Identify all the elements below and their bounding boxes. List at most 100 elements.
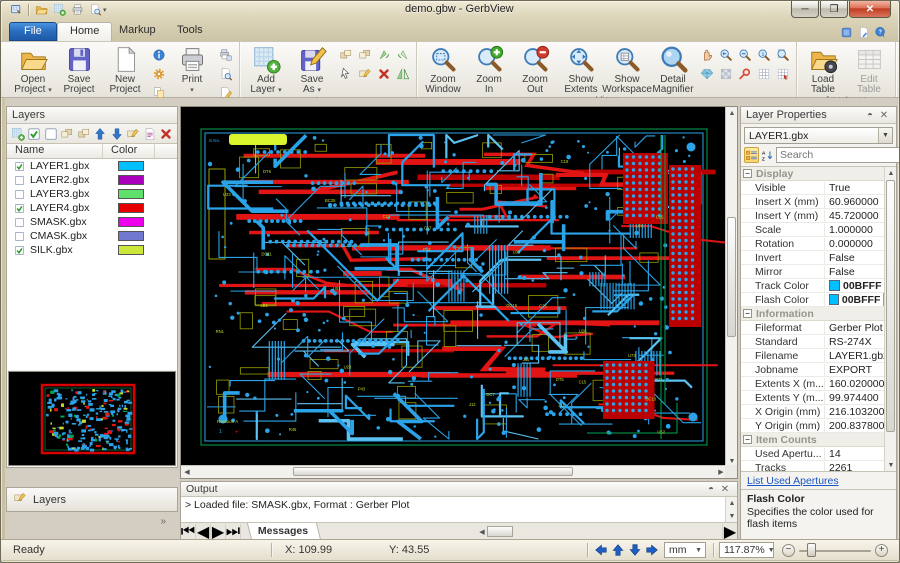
detail-magnifier-button[interactable]: DetailMagnifier	[650, 43, 696, 95]
layer-row[interactable]: CMASK.gbx	[7, 229, 177, 243]
collapse-icon[interactable]: −	[743, 309, 752, 318]
checkbox-checked[interactable]	[14, 245, 25, 256]
collapse-icon[interactable]: −	[743, 435, 752, 444]
checkbox-unchecked[interactable]	[14, 175, 25, 186]
new-project-button[interactable]: NewProject	[102, 43, 148, 95]
zoom-out-slider-button[interactable]: −	[782, 544, 795, 557]
load-aperture-table-button[interactable]: LoadTable	[800, 43, 846, 95]
zoom-previous-button[interactable]	[716, 45, 735, 64]
search-input[interactable]	[777, 149, 900, 161]
move-layer-up-button[interactable]	[336, 45, 355, 64]
pan-up-button[interactable]	[610, 542, 625, 558]
layers-tab-button[interactable]: Layers	[6, 487, 178, 512]
layer-color-swatch[interactable]	[118, 231, 144, 241]
edit-aperture-table-button[interactable]: EditTable	[846, 43, 892, 95]
next-tab-button[interactable]: ▶	[211, 524, 226, 539]
tab-home[interactable]: Home	[57, 22, 112, 41]
property-row-standard[interactable]: StandardRS-274X	[741, 335, 896, 349]
print-button[interactable]: Print ▾	[169, 43, 215, 96]
layer-color-swatch[interactable]	[118, 203, 144, 213]
layer-color-swatch[interactable]	[118, 245, 144, 255]
zoom-out-button[interactable]: ZoomOut	[512, 43, 558, 95]
qat-customize-icon[interactable]: ▾	[103, 6, 107, 14]
layer-backward-button[interactable]	[60, 126, 76, 142]
delete-layer-button[interactable]	[159, 126, 175, 142]
pin-icon[interactable]: ◓	[704, 483, 718, 496]
render-mode-button[interactable]	[697, 64, 716, 83]
print-icon[interactable]	[69, 2, 85, 17]
output-messages[interactable]: > Loaded file: SMASK.gbx, Format : Gerbe…	[181, 497, 737, 523]
highlight-item-button[interactable]	[735, 64, 754, 83]
add-layer-icon[interactable]	[51, 2, 67, 17]
open-icon[interactable]	[33, 2, 49, 17]
layer-row[interactable]: LAYER1.gbx	[7, 159, 177, 173]
output-scrollbar[interactable]: ▲ ▼	[725, 497, 737, 522]
pan-button[interactable]	[697, 45, 716, 64]
layer-row[interactable]: SMASK.gbx	[7, 215, 177, 229]
checkbox-unchecked[interactable]	[14, 189, 25, 200]
checkbox-unchecked[interactable]	[14, 231, 25, 242]
first-tab-button[interactable]: ⏮	[181, 524, 196, 539]
category-information[interactable]: −Information	[741, 307, 896, 321]
show-workspace-button[interactable]: ShowWorkspace	[604, 43, 650, 95]
categorized-view-button[interactable]	[744, 147, 759, 163]
last-tab-button[interactable]: ⏭	[226, 524, 241, 539]
options-icon[interactable]	[857, 26, 870, 39]
panel-overflow-chevron[interactable]: »	[6, 514, 178, 532]
delete-layer-button[interactable]	[374, 64, 393, 83]
checkbox-unchecked[interactable]	[14, 217, 25, 228]
tab-file[interactable]: File	[9, 22, 57, 41]
property-row-visible[interactable]: VisibleTrue	[741, 181, 896, 195]
save-layer-as-button[interactable]: SaveAs ▾	[289, 43, 335, 96]
zoom-decrease-button[interactable]	[735, 45, 754, 64]
layer-row[interactable]: LAYER4.gbx	[7, 201, 177, 215]
uncheck-all-layers-button[interactable]	[43, 126, 59, 142]
zoom-combobox[interactable]: 117.87%▼	[719, 542, 774, 558]
layer-forward-button[interactable]	[76, 126, 92, 142]
property-row-used-apertu-[interactable]: Used Apertu...14	[741, 447, 896, 461]
zoom-in-button[interactable]: ZoomIn	[466, 43, 512, 95]
snap-grid-button[interactable]	[773, 64, 792, 83]
layer-properties-button[interactable]	[126, 126, 142, 142]
column-name[interactable]: Name	[7, 144, 103, 158]
property-row-tracks[interactable]: Tracks2261	[741, 461, 896, 471]
scroll-right-button[interactable]: ▶	[722, 524, 737, 539]
layer-color-swatch[interactable]	[118, 217, 144, 227]
pcb-canvas[interactable]: C15C19J11U23DT5DT6R71P13DC10DC11U51U52LB…	[180, 106, 738, 479]
category-item-counts[interactable]: −Item Counts	[741, 433, 896, 447]
show-grid-button[interactable]	[754, 64, 773, 83]
rotate-layer-left-button[interactable]	[374, 45, 393, 64]
pin-icon[interactable]: ◓	[863, 109, 877, 122]
properties-scrollbar[interactable]: ▲▼	[884, 167, 896, 471]
property-row-extents-x-m-[interactable]: Extents X (m...160.020000	[741, 377, 896, 391]
property-row-insert-x-mm-[interactable]: Insert X (mm)60.960000	[741, 195, 896, 209]
add-layer-button[interactable]	[10, 126, 26, 142]
property-row-flash-color[interactable]: Flash Color00BFFF▼	[741, 293, 896, 307]
checkbox-checked[interactable]	[14, 203, 25, 214]
layer-report-button[interactable]	[142, 126, 158, 142]
show-extents-button[interactable]: ShowExtents	[558, 43, 604, 95]
property-row-track-color[interactable]: Track Color00BFFF	[741, 279, 896, 293]
tab-markup[interactable]: Markup	[107, 22, 168, 41]
sort-az-button[interactable]: AZ	[761, 147, 774, 163]
pan-left-button[interactable]	[593, 542, 608, 558]
minimize-button[interactable]: ─	[791, 1, 819, 18]
layer-select-combobox[interactable]: LAYER1.gbx ▼	[744, 127, 893, 144]
restore-button[interactable]: ❐	[820, 1, 848, 18]
app-menu-icon[interactable]	[8, 2, 24, 17]
save-project-button[interactable]: SaveProject	[56, 43, 102, 95]
close-icon[interactable]: ✕	[718, 483, 732, 496]
check-all-layers-button[interactable]	[27, 126, 43, 142]
category-display[interactable]: −Display	[741, 167, 896, 181]
zoom-window-button[interactable]: ZoomWindow	[420, 43, 466, 95]
property-row-filename[interactable]: FilenameLAYER1.gbx	[741, 349, 896, 363]
close-button[interactable]: ✕	[849, 1, 891, 18]
layer-row[interactable]: LAYER2.gbx	[7, 173, 177, 187]
project-info-button[interactable]	[149, 45, 168, 64]
layer-row[interactable]: LAYER3.gbx	[7, 187, 177, 201]
property-row-x-origin-mm-[interactable]: X Origin (mm)216.103200	[741, 405, 896, 419]
property-row-fileformat[interactable]: FileformatGerber Plot	[741, 321, 896, 335]
property-row-rotation[interactable]: Rotation0.000000	[741, 237, 896, 251]
overview-thumbnail[interactable]	[8, 371, 176, 466]
column-color[interactable]: Color	[103, 144, 155, 158]
